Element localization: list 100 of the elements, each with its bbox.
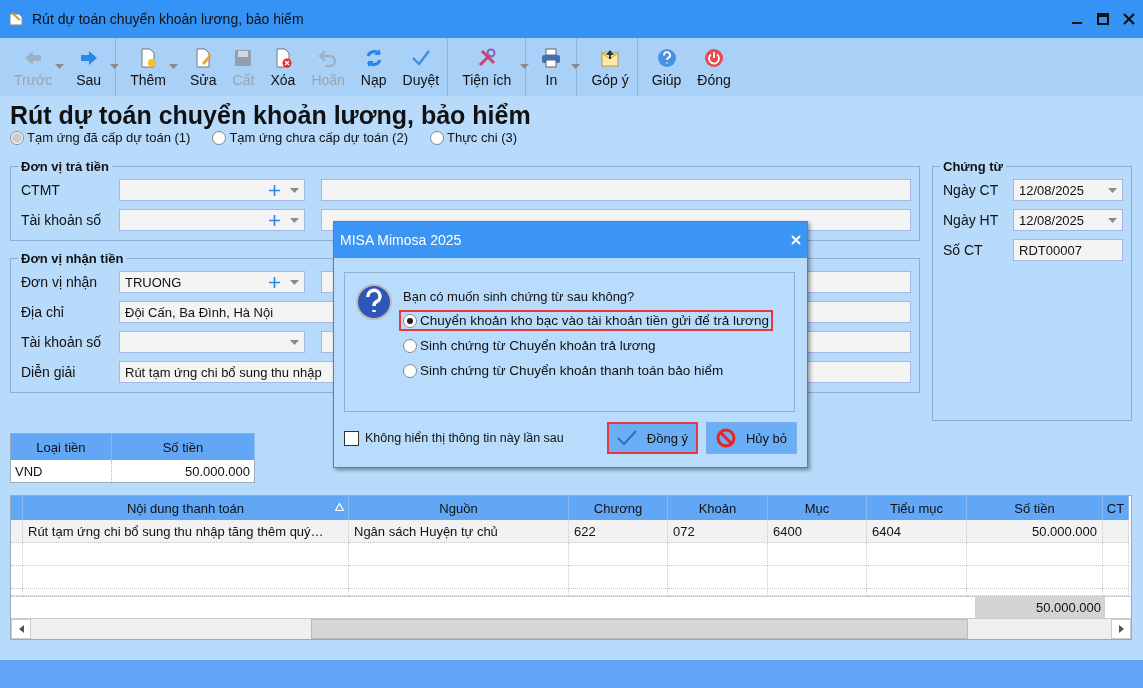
add-icon[interactable] <box>269 184 280 196</box>
combo-field[interactable]: TRUONG <box>119 271 305 293</box>
table-cell <box>11 566 23 589</box>
column-header[interactable]: Mục <box>768 496 867 520</box>
field-label: Tài khoản số <box>21 334 103 350</box>
maximize-icon[interactable] <box>1097 13 1109 25</box>
checkbox-option[interactable]: Không hiển thị thông tin này lần sau <box>344 430 599 446</box>
ok-button[interactable]: Đồng ý <box>606 422 698 454</box>
toolbar-button[interactable]: Thêm <box>122 38 174 96</box>
group-title: Đơn vị nhận tiền <box>20 251 125 266</box>
toolbar-button[interactable]: Xóa <box>262 38 304 96</box>
radio-option[interactable]: Tạm ứng chưa cấp dự toán (2) <box>212 130 408 145</box>
add-icon[interactable] <box>269 276 280 288</box>
group-title: Đơn vị trả tiền <box>20 159 110 174</box>
column-header[interactable]: Số tiền <box>967 496 1103 520</box>
dropdown-caret-icon[interactable] <box>290 339 299 345</box>
field-label: Đơn vị nhận <box>21 274 99 290</box>
table-cell: 6404 <box>867 520 967 543</box>
horizontal-scrollbar[interactable] <box>11 618 1131 639</box>
question-text: Bạn có muốn sinh chứng từ sau không? <box>403 289 636 304</box>
caret-icon[interactable] <box>571 64 581 69</box>
table-cell: 072 <box>668 520 768 543</box>
table-cell <box>1103 520 1129 543</box>
column-header[interactable]: Chương <box>569 496 668 520</box>
radio-option[interactable]: Sinh chứng từ Chuyển khoản thanh toán bảo hiểm <box>399 360 773 381</box>
help-icon <box>655 46 678 69</box>
date-field[interactable]: 12/08/2025 <box>1013 209 1123 231</box>
add-icon[interactable] <box>269 214 280 226</box>
radio-option[interactable]: Tạm ứng đã cấp dự toán (1) <box>10 130 191 145</box>
scroll-left-icon[interactable] <box>18 625 24 633</box>
scrollbar-thumb[interactable] <box>311 619 968 639</box>
field-label: Địa chỉ <box>21 304 65 320</box>
table-cell: 6400 <box>768 520 867 543</box>
toolbar-button[interactable]: Sau <box>68 38 117 96</box>
column-header[interactable]: Nguồn <box>349 496 569 520</box>
combo-field[interactable] <box>119 331 305 353</box>
no-entry-icon <box>715 428 736 448</box>
radio-option[interactable]: Sinh chứng từ Chuyển khoản trả lương <box>399 335 773 356</box>
printer-icon <box>540 46 563 69</box>
toolbar-button[interactable]: Đóng <box>689 38 739 96</box>
dropdown-caret-icon[interactable] <box>290 279 299 285</box>
column-header[interactable]: Khoản <box>668 496 768 520</box>
dropdown-caret-icon[interactable] <box>1108 187 1117 193</box>
field-label: Diễn giải <box>21 364 77 380</box>
column-header[interactable]: Tiểu mục <box>867 496 967 520</box>
checkbox[interactable] <box>344 430 359 446</box>
table-cell: VND <box>10 460 112 483</box>
power-icon <box>703 46 726 69</box>
scroll-right-icon[interactable] <box>1118 625 1124 633</box>
row-header <box>11 496 23 520</box>
toolbar-button[interactable]: Duyệt <box>394 38 449 96</box>
dropdown-caret-icon[interactable] <box>1108 217 1117 223</box>
radio-button[interactable] <box>10 130 24 145</box>
combo-field[interactable] <box>119 179 305 201</box>
question-icon <box>355 283 393 321</box>
radio-button[interactable] <box>403 313 417 328</box>
field-label: CTMT <box>21 182 61 198</box>
table-cell: Rút tạm ứng chi bổ sung thu nhập tăng thêm quý… <box>23 520 349 543</box>
radio-option[interactable]: Thực chi (3) <box>430 130 518 145</box>
table-cell <box>11 543 23 566</box>
checkmark-icon <box>616 430 637 446</box>
table-cell <box>1103 543 1129 566</box>
radio-button[interactable] <box>212 130 227 145</box>
radio-button[interactable] <box>430 130 444 145</box>
toolbar-button[interactable]: Góp ý <box>583 38 638 96</box>
table-cell: 50.000.000 <box>111 460 255 483</box>
toolbar-button[interactable]: Sửa <box>181 38 225 96</box>
radio-button[interactable] <box>403 338 417 353</box>
group-title: Chứng từ <box>942 159 1004 174</box>
text-field[interactable] <box>321 179 911 201</box>
field-label: Ngày HT <box>943 212 1000 228</box>
total-cell: 50.000.000 <box>975 597 1105 618</box>
table-cell: 622 <box>569 520 668 543</box>
dialog-title: MISA Mimosa 2025 <box>340 232 463 248</box>
cancel-button[interactable]: Hủy bỏ <box>706 422 797 454</box>
table-cell <box>1103 566 1129 589</box>
toolbar-button[interactable]: Tiện ích <box>454 38 527 96</box>
toolbar-button[interactable]: In <box>532 38 578 96</box>
field-label: Ngày CT <box>943 182 1000 198</box>
caret-icon[interactable] <box>520 64 530 69</box>
field-label: Tài khoản số <box>21 212 103 228</box>
close-icon[interactable] <box>1123 13 1135 25</box>
dropdown-caret-icon[interactable] <box>290 187 299 193</box>
combo-field[interactable] <box>119 209 305 231</box>
date-field[interactable]: 12/08/2025 <box>1013 179 1123 201</box>
field-label: Số CT <box>943 242 984 258</box>
toolbar-button[interactable]: Nạp <box>352 38 395 96</box>
window-title: Rút dự toán chuyển khoản lương, bảo hiểm <box>32 11 305 27</box>
column-header[interactable]: Nội dung thanh toán <box>23 496 349 520</box>
dropdown-caret-icon[interactable] <box>290 217 299 223</box>
column-header: Số tiền <box>111 433 255 460</box>
radio-button[interactable] <box>403 363 417 378</box>
toolbar-button[interactable]: Giúp <box>643 38 690 96</box>
caret-icon[interactable] <box>168 64 178 69</box>
caret-icon[interactable] <box>110 64 120 69</box>
table-cell: Ngân sách Huyện tự chủ <box>349 520 569 543</box>
notepad-icon <box>8 11 24 27</box>
column-header[interactable]: CT <box>1103 496 1129 520</box>
column-header: Loại tiền <box>10 433 112 460</box>
radio-option[interactable]: Chuyển khoản kho bạc vào tài khoản tiền gửi để trả lương <box>399 310 773 331</box>
